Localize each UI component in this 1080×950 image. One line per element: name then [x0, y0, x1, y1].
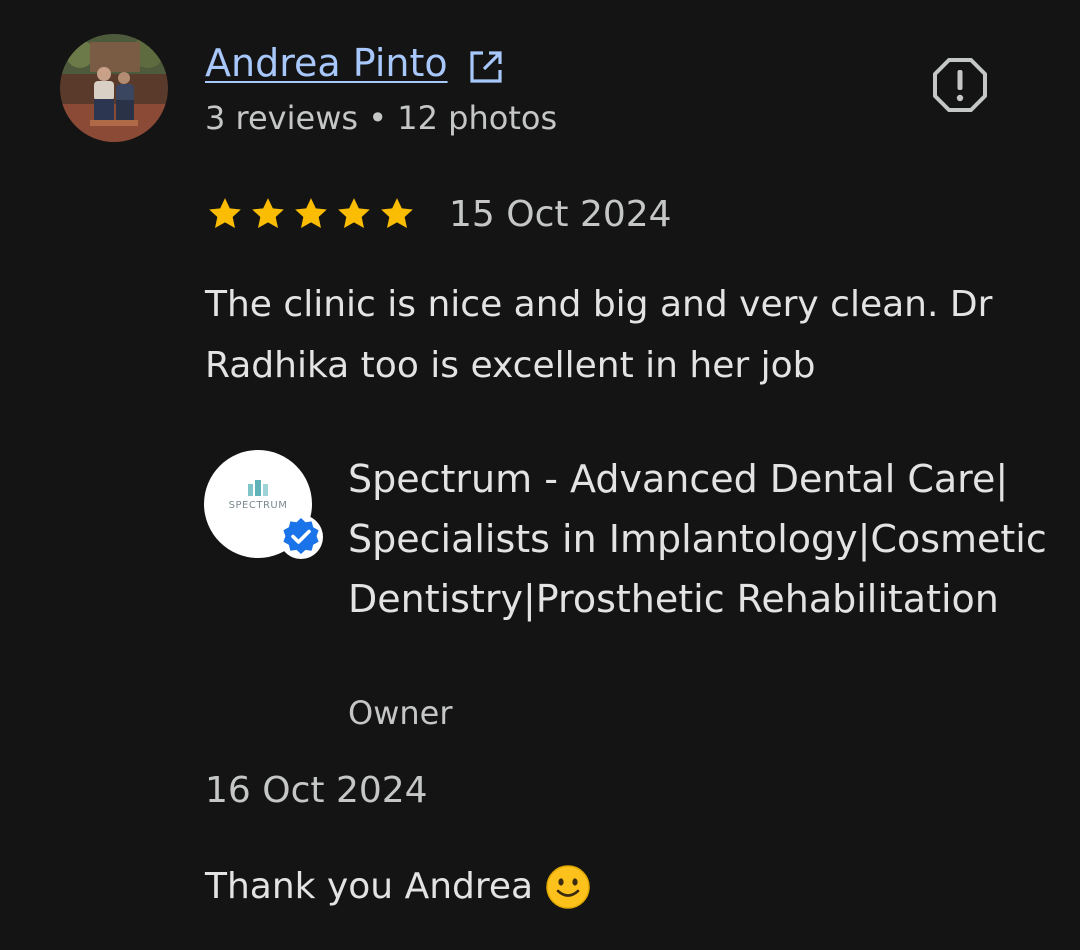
reviewer-name[interactable]: Andrea Pinto	[205, 38, 448, 88]
star-icon	[338, 198, 370, 228]
star-icon	[209, 198, 241, 228]
report-icon[interactable]	[931, 56, 989, 114]
review-text: The clinic is nice and big and very clea…	[205, 284, 993, 386]
star-icon	[252, 198, 284, 228]
reply-date: 16 Oct 2024	[205, 770, 428, 811]
owner-role-label: Owner	[348, 694, 453, 732]
reply-text-container: Thank you Andrea	[205, 864, 591, 910]
logo-mark-icon	[248, 480, 268, 496]
external-link-icon	[468, 47, 504, 83]
reply-text: Thank you Andrea	[205, 866, 534, 907]
star-rating	[205, 194, 417, 234]
reviewer-name-link[interactable]: Andrea Pinto	[205, 38, 504, 88]
star-icon	[381, 198, 413, 228]
logo-text: SPECTRUM	[228, 500, 288, 511]
verified-badge-icon	[278, 514, 324, 560]
review-date: 15 Oct 2024	[449, 194, 672, 235]
smiling-face-emoji-icon	[545, 864, 591, 910]
star-icon	[295, 198, 327, 228]
owner-business-name: Spectrum - Advanced Dental Care| Special…	[348, 457, 1047, 621]
reviewer-avatar[interactable]	[60, 34, 168, 142]
reviewer-stats: 3 reviews • 12 photos	[205, 99, 558, 137]
